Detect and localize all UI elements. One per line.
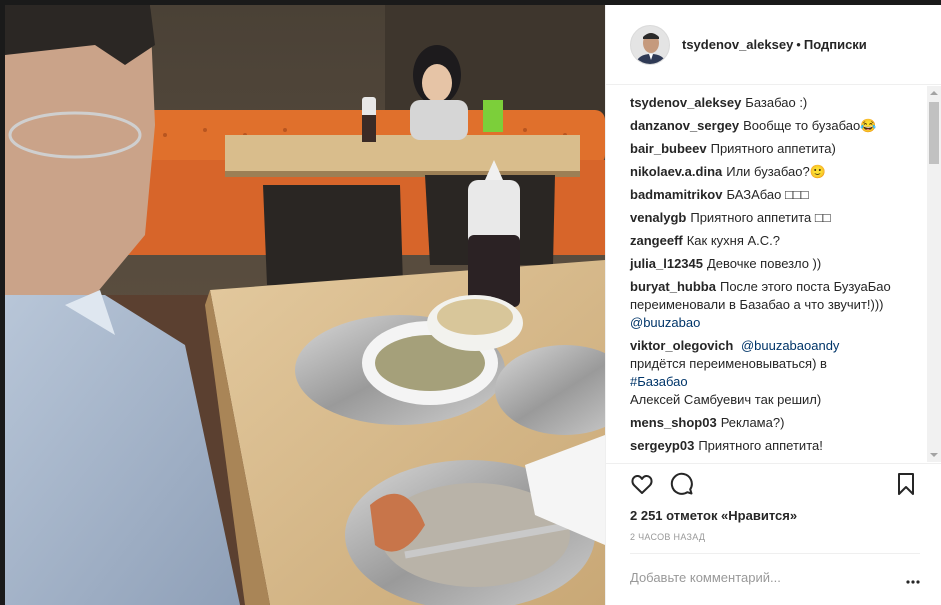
comment-text: Вообще то бузабао😂 [743,118,877,133]
mention-link[interactable]: @buuzabao [630,315,700,330]
comment-text: Или бузабао?🙂 [726,164,826,179]
comment-text: придётся переименовываться) в [630,356,827,371]
comment-item: mens_shop03 Реклама?) [630,414,920,432]
post-sidebar: tsydenov_aleksey • Подписки tsydenov_aleks… [605,5,941,605]
comment-text: Приятного аппетита) [710,141,836,156]
comment-username[interactable]: venalygb [630,210,686,225]
comment-username[interactable]: zangeeff [630,233,683,248]
comment-item: venalygb Приятного аппетита □□ [630,209,920,227]
comment-item: sergeyp03 Приятного аппетита! [630,437,920,455]
comment-username[interactable]: danzanov_sergey [630,118,739,133]
comment-icon[interactable] [670,472,694,496]
comment-item: buryat_hubba После этого поста БузуаБао п… [630,278,920,332]
comment-username[interactable]: sergeyp03 [630,438,694,453]
likes-count[interactable]: 2 251 отметок «Нравится» [630,508,918,523]
comment-username[interactable]: buryat_hubba [630,279,716,294]
comments-scrollbar[interactable] [927,86,941,462]
post-timestamp[interactable]: 2 часов назад [630,532,918,542]
comment-item: zangeeff Как кухня А.С.? [630,232,920,250]
comment-username[interactable]: badmamitrikov [630,187,722,202]
hashtag-link[interactable]: #Базабао [630,374,688,389]
comment-text: Реклама?) [720,415,785,430]
comment-username[interactable]: bair_bubeev [630,141,707,156]
comment-username[interactable]: viktor_olegovich [630,338,733,353]
comment-text: Приятного аппетита! [698,438,823,453]
comment-item: danzanov_sergey Вообще то бузабао😂 [630,117,920,135]
comment-item: badmamitrikov БАЗАбао □□□ [630,186,920,204]
comment-username[interactable]: tsydenov_aleksey [630,95,741,110]
comment-username[interactable]: mens_shop03 [630,415,717,430]
comments-list[interactable]: tsydenov_aleksey Базабао :) danzanov_serg… [606,86,941,462]
action-icons [630,464,918,504]
scroll-thumb[interactable] [929,102,939,164]
comment-text: Алексей Самбуевич так решил) [630,392,822,407]
comment-item: nikolaev.a.dina Или бузабао?🙂 [630,163,920,181]
heart-icon[interactable] [630,472,654,496]
comment-text: Девочке повезло )) [707,256,822,271]
more-icon[interactable] [906,572,920,587]
comment-username[interactable]: nikolaev.a.dina [630,164,722,179]
comment-item: julia_l12345 Девочке повезло )) [630,255,920,273]
add-comment-section [630,553,920,601]
comment-input[interactable] [630,570,890,585]
post-header: tsydenov_aleksey • Подписки [606,5,941,85]
comment-text: БАЗАбао □□□ [726,187,809,202]
comment-text: Приятного аппетита □□ [690,210,831,225]
photo-illustration [5,5,605,605]
scroll-up-arrow-icon[interactable] [927,86,941,100]
post-photo[interactable] [5,5,605,605]
mention-link[interactable]: @buuzabaoandy [741,338,840,353]
post-actions: 2 251 отметок «Нравится» 2 часов назад [606,463,941,542]
comment-item: viktor_olegovich @buuzabaoandy придётся п… [630,337,920,409]
follow-status-button[interactable]: Подписки [804,37,867,52]
comment-item: bair_bubeev Приятного аппетита) [630,140,920,158]
bookmark-icon[interactable] [894,472,918,496]
header-text: tsydenov_aleksey • Подписки [682,37,867,52]
comment-item: tsydenov_aleksey Базабао :) [630,94,920,112]
comment-text: Как кухня А.С.? [686,233,781,248]
avatar[interactable] [630,24,670,65]
comment-username[interactable]: julia_l12345 [630,256,703,271]
comment-text: Базабао :) [745,95,808,110]
scroll-down-arrow-icon[interactable] [927,448,941,462]
header-username[interactable]: tsydenov_aleksey [682,37,793,52]
avatar-image [631,25,669,64]
header-separator: • [796,37,801,52]
